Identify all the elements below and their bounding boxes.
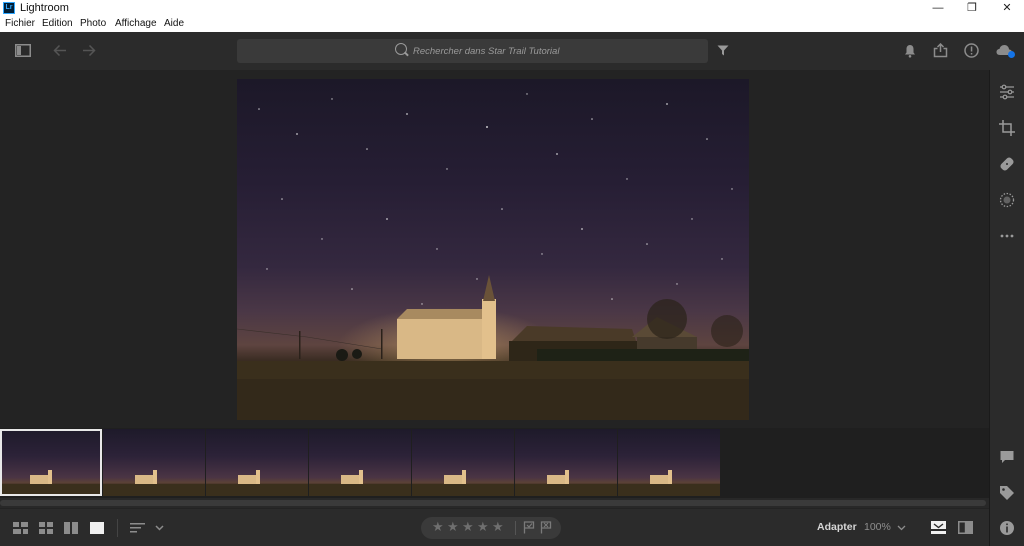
- square-grid-view-icon[interactable]: [39, 522, 54, 534]
- more-options-icon[interactable]: [999, 228, 1015, 244]
- back-arrow-icon[interactable]: [53, 44, 67, 57]
- zoom-dropdown-chevron-icon[interactable]: [897, 525, 906, 531]
- star-rating-2[interactable]: ★: [447, 519, 459, 535]
- pick-flag-icon[interactable]: [523, 521, 535, 534]
- notification-bell-icon[interactable]: [904, 44, 916, 58]
- star-rating-3[interactable]: ★: [462, 519, 474, 535]
- menu-photo[interactable]: Photo: [80, 18, 106, 29]
- filmstrip-thumbnail[interactable]: [206, 429, 308, 496]
- help-icon[interactable]: [964, 43, 979, 58]
- title-bar: Lr Lightroom — ❐ ✕: [0, 0, 1024, 17]
- minimize-button[interactable]: —: [921, 0, 955, 17]
- thumbnail-image: [412, 470, 514, 496]
- top-toolbar: [0, 32, 1024, 70]
- forward-arrow-icon[interactable]: [82, 44, 96, 57]
- restore-button[interactable]: ❐: [955, 0, 989, 17]
- sort-icon[interactable]: [130, 522, 145, 534]
- filmstrip-thumbnail[interactable]: [103, 429, 205, 496]
- filmstrip-toggle-icon[interactable]: [931, 521, 946, 534]
- healing-bandage-icon[interactable]: [999, 156, 1015, 172]
- before-after-icon[interactable]: [958, 521, 973, 534]
- menu-aide[interactable]: Aide: [164, 18, 184, 29]
- filmstrip: [0, 428, 989, 498]
- keyword-tag-icon[interactable]: [999, 485, 1015, 501]
- compare-view-icon[interactable]: [64, 522, 78, 534]
- star-rating-1[interactable]: ★: [432, 519, 444, 535]
- bottom-bar: ★ ★ ★ ★ ★ Adapter 100%: [0, 509, 989, 546]
- filmstrip-thumbnail[interactable]: [0, 429, 102, 496]
- reject-flag-icon[interactable]: [540, 521, 552, 534]
- chevron-down-icon[interactable]: [155, 525, 164, 531]
- detail-view-icon[interactable]: [90, 522, 104, 534]
- filmstrip-scrollbar[interactable]: [0, 498, 989, 508]
- divider: [117, 519, 118, 537]
- main-photo[interactable]: [237, 79, 749, 420]
- lightroom-logo-icon: Lr: [3, 2, 15, 14]
- thumbnail-image: [515, 470, 617, 496]
- menu-fichier[interactable]: Fichier: [5, 18, 35, 29]
- thumbnail-image: [309, 470, 411, 496]
- menu-affichage[interactable]: Affichage: [115, 18, 157, 29]
- search-input[interactable]: [413, 42, 673, 60]
- photo-grid-view-icon[interactable]: [13, 522, 28, 534]
- thumbnail-image: [103, 470, 205, 496]
- search-icon: [395, 43, 407, 55]
- thumbnail-image: [618, 470, 720, 496]
- filmstrip-thumbnail[interactable]: [618, 429, 720, 496]
- close-button[interactable]: ✕: [990, 0, 1024, 17]
- crop-icon[interactable]: [999, 120, 1015, 136]
- masking-icon[interactable]: [999, 192, 1015, 208]
- star-trail-church-image: [237, 93, 749, 420]
- search-bar[interactable]: [237, 39, 708, 63]
- filmstrip-thumbnail[interactable]: [309, 429, 411, 496]
- edit-sliders-icon[interactable]: [999, 84, 1015, 100]
- edit-tools-panel: [989, 70, 1024, 546]
- filter-icon[interactable]: [717, 45, 729, 56]
- window-title: Lightroom: [20, 2, 69, 14]
- zoom-level-button[interactable]: 100%: [864, 521, 891, 533]
- filmstrip-thumbnail[interactable]: [515, 429, 617, 496]
- thumbnail-image: [0, 470, 102, 496]
- fit-zoom-button[interactable]: Adapter: [817, 521, 857, 533]
- menu-bar: Fichier Edition Photo Affichage Aide: [0, 17, 1024, 32]
- rating-and-flag-control: ★ ★ ★ ★ ★: [421, 517, 561, 539]
- star-rating-4[interactable]: ★: [477, 519, 489, 535]
- scrollbar-thumb[interactable]: [0, 500, 986, 506]
- share-icon[interactable]: [933, 43, 948, 58]
- star-rating-5[interactable]: ★: [492, 519, 504, 535]
- comment-icon[interactable]: [999, 449, 1015, 465]
- cloud-sync-icon[interactable]: [996, 44, 1016, 58]
- divider: [515, 521, 516, 535]
- filmstrip-thumbnail[interactable]: [412, 429, 514, 496]
- info-icon[interactable]: [999, 520, 1015, 536]
- menu-edition[interactable]: Edition: [42, 18, 73, 29]
- thumbnail-image: [206, 470, 308, 496]
- panel-toggle-icon[interactable]: [15, 44, 31, 57]
